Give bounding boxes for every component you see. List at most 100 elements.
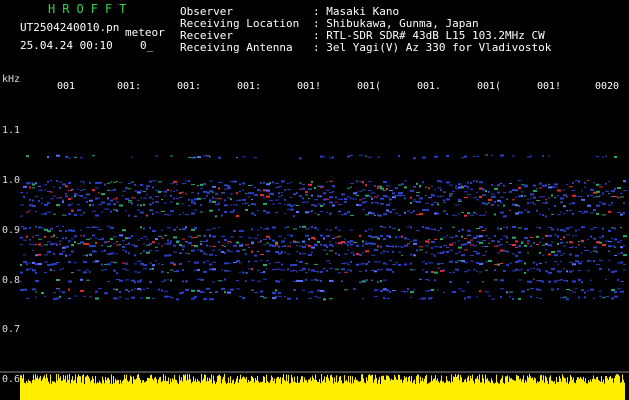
- spectrogram-pixel: [518, 180, 521, 181]
- spectrogram-pixel: [83, 197, 87, 199]
- spectrogram-pixel: [446, 181, 450, 184]
- spectrogram-pixel: [548, 280, 551, 283]
- noise-bar: [380, 384, 381, 400]
- noise-bar: [307, 382, 308, 400]
- spectrogram-pixel: [167, 189, 169, 192]
- noise-bar: [136, 378, 137, 400]
- spectrogram-pixel: [92, 210, 96, 212]
- spectrogram-pixel: [263, 238, 267, 240]
- spectrogram-pixel: [461, 290, 465, 292]
- spectrogram-pixel: [224, 239, 227, 241]
- spectrogram-pixel: [551, 194, 553, 197]
- noise-bar: [123, 379, 124, 400]
- noise-bar: [516, 375, 517, 400]
- spectrogram-pixel: [458, 251, 461, 253]
- noise-bar: [455, 374, 456, 400]
- spectrogram-pixel: [434, 271, 438, 274]
- spectrogram-pixel: [356, 203, 359, 206]
- spectrogram-pixel: [251, 184, 253, 186]
- spectrogram-pixel: [359, 199, 362, 201]
- spectrogram-pixel: [317, 297, 321, 299]
- noise-bar: [235, 381, 236, 400]
- spectrogram-pixel: [200, 291, 203, 293]
- noise-bar: [411, 375, 412, 400]
- spectrogram-pixel: [158, 243, 160, 245]
- spectrogram-pixel: [431, 288, 434, 291]
- noise-bar: [479, 374, 480, 400]
- spectrogram-pixel: [398, 228, 400, 231]
- spectrogram-pixel: [197, 278, 200, 280]
- spectrogram-pixel: [110, 190, 113, 192]
- noise-bar: [356, 379, 357, 400]
- spectrogram-pixel: [542, 196, 545, 198]
- spectrogram-pixel: [392, 270, 394, 273]
- spectrogram-pixel: [206, 244, 208, 247]
- spectrogram-pixel: [116, 197, 118, 199]
- spectrogram-pixel: [425, 208, 429, 211]
- spectrogram-pixel: [302, 267, 306, 270]
- spectrogram-pixel: [329, 267, 333, 269]
- noise-bar: [339, 376, 340, 400]
- spectrogram-pixel: [20, 215, 23, 217]
- spectrogram-pixel: [446, 247, 449, 248]
- spectrogram-pixel: [104, 241, 107, 244]
- spectrogram-pixel: [584, 246, 586, 248]
- noise-bar: [440, 380, 441, 400]
- spectrogram-pixel: [161, 229, 163, 231]
- spectrogram-pixel: [422, 226, 424, 229]
- noise-bar: [27, 382, 28, 400]
- noise-bar: [419, 383, 420, 400]
- noise-bar: [596, 377, 597, 400]
- spectrogram-pixel: [545, 184, 547, 187]
- noise-bar: [600, 381, 601, 400]
- noise-bar: [308, 379, 309, 400]
- noise-bar: [416, 376, 417, 400]
- spectrogram-pixel: [557, 189, 561, 192]
- y-tick-label: 0.8: [2, 275, 21, 286]
- spectrogram-pixel: [242, 198, 246, 201]
- noise-bar: [374, 379, 375, 400]
- noise-bar: [134, 379, 135, 400]
- spectrogram-pixel: [185, 288, 189, 291]
- spectrogram-pixel: [344, 238, 346, 240]
- x-tick-label: 001(: [357, 81, 382, 92]
- noise-bar: [375, 374, 376, 400]
- noise-bar: [110, 383, 111, 400]
- spectrogram-pixel: [527, 210, 530, 213]
- spectrogram-pixel: [416, 249, 418, 252]
- noise-bar: [464, 379, 465, 400]
- spectrogram-pixel: [356, 253, 359, 256]
- spectrogram-pixel: [464, 191, 468, 193]
- spectrogram-pixel: [392, 227, 396, 229]
- spectrogram-pixel: [485, 245, 488, 247]
- spectrogram-pixel: [431, 297, 433, 299]
- noise-bar: [382, 375, 383, 400]
- spectrogram-pixel: [287, 268, 289, 271]
- spectrogram-pixel: [608, 268, 610, 271]
- spectrogram-pixel: [458, 198, 461, 201]
- spectrogram-pixel: [329, 244, 333, 247]
- noise-bar: [159, 377, 160, 400]
- spectrogram-pixel: [56, 279, 60, 281]
- spectrogram-pixel: [530, 245, 532, 248]
- noise-bar: [468, 375, 469, 400]
- spectrogram-pixel: [263, 271, 265, 273]
- spectrogram-pixel: [443, 291, 445, 293]
- spectrogram-pixel: [53, 243, 57, 245]
- spectrogram-pixel: [182, 238, 185, 240]
- spectrogram-pixel: [278, 196, 281, 198]
- noise-bar: [337, 382, 338, 400]
- spectrogram-pixel: [131, 296, 135, 299]
- noise-bar: [264, 376, 265, 400]
- spectrogram-pixel: [620, 196, 624, 198]
- spectrogram-pixel: [299, 195, 302, 198]
- spectrogram-pixel: [23, 254, 26, 256]
- spectrogram-pixel: [365, 250, 369, 253]
- spectrogram-pixel: [551, 213, 554, 215]
- spectrogram-pixel: [224, 211, 227, 214]
- spectrogram-pixel: [212, 261, 216, 263]
- spectrogram-pixel: [191, 183, 195, 185]
- spectrogram-pixel: [23, 288, 27, 291]
- spectrogram-pixel: [566, 270, 568, 273]
- noise-bar: [580, 376, 581, 400]
